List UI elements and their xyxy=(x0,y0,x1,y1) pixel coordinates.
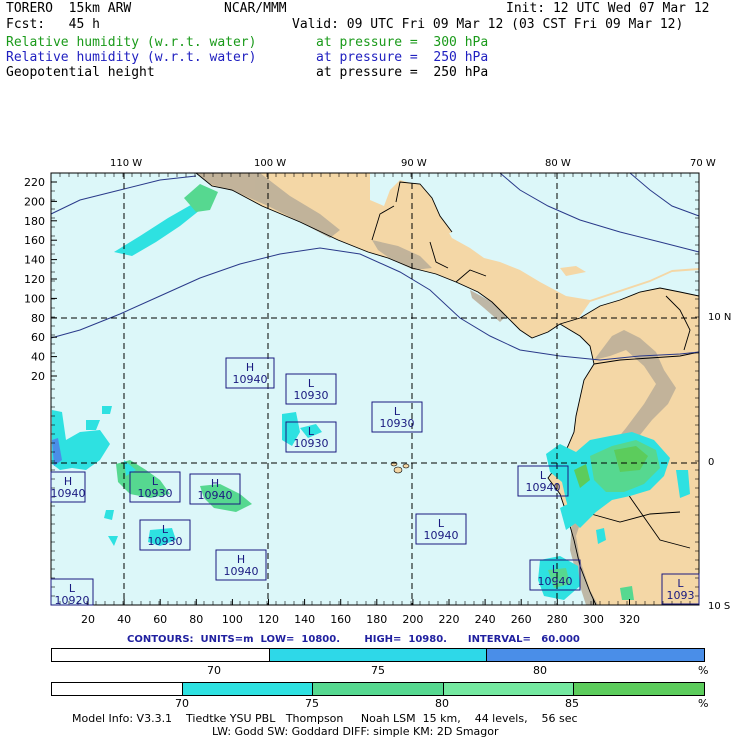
center-value: 10940 xyxy=(424,529,459,542)
model-info-line-2: LW: Godd SW: Goddard DIFF: simple KM: 2D… xyxy=(212,725,499,738)
lon-label-100w: 100 W xyxy=(254,158,287,169)
center-value: 10940 xyxy=(526,481,561,494)
center-value: 10940 xyxy=(233,373,268,386)
bottom-tick-label: 140 xyxy=(294,613,315,626)
colorbar-1-segment-0 xyxy=(52,649,270,661)
bottom-tick-label: 120 xyxy=(258,613,279,626)
center-value: 10940 xyxy=(51,487,86,500)
left-tick-label: 120 xyxy=(24,273,45,286)
colorbar-1-label-80: 80 xyxy=(533,664,547,677)
colorbar-2-label-80: 80 xyxy=(435,697,449,710)
bottom-tick-label: 200 xyxy=(402,613,423,626)
bottom-tick-label: 260 xyxy=(511,613,532,626)
colorbar-1-segment-1 xyxy=(269,649,488,661)
lat-label-0: 0 xyxy=(708,457,715,468)
center-value: 1093 xyxy=(667,589,695,602)
left-tick-label: 200 xyxy=(24,195,45,208)
colorbar-2-label-75: 75 xyxy=(305,697,319,710)
left-tick-label: 80 xyxy=(31,312,45,325)
lon-label-90w: 90 W xyxy=(401,158,427,169)
left-tick-label: 160 xyxy=(24,234,45,247)
bottom-tick-label: 80 xyxy=(189,613,203,626)
bottom-tick-label: 20 xyxy=(81,613,95,626)
lat-label-10s: 10 S xyxy=(708,601,731,612)
bottom-tick-label: 40 xyxy=(117,613,131,626)
contours-info: CONTOURS: UNITS=m LOW= 10800. HIGH= 1098… xyxy=(127,634,580,645)
colorbar-2-segment-2 xyxy=(313,683,444,695)
lon-label-80w: 80 W xyxy=(545,158,571,169)
colorbar-2 xyxy=(51,682,705,696)
colorbar-2-label-70: 70 xyxy=(175,697,189,710)
bottom-tick-label: 300 xyxy=(583,613,604,626)
left-tick-label: 100 xyxy=(24,292,45,305)
center-value: 10940 xyxy=(224,565,259,578)
colorbar-2-segment-3 xyxy=(443,683,575,695)
colorbar-1 xyxy=(51,648,705,662)
center-value: 10930 xyxy=(380,417,415,430)
center-value: 10920 xyxy=(55,594,90,607)
colorbar-2-label-85: 85 xyxy=(565,697,579,710)
bottom-tick-label: 320 xyxy=(619,613,640,626)
bottom-tick-label: 220 xyxy=(439,613,460,626)
colorbar-2-unit: % xyxy=(698,697,709,710)
center-value: 10930 xyxy=(294,389,329,402)
left-tick-label: 20 xyxy=(31,370,45,383)
left-tick-label: 60 xyxy=(31,331,45,344)
center-value: 10940 xyxy=(538,575,573,588)
colorbar-1-label-75: 75 xyxy=(371,664,385,677)
colorbar-1-label-70: 70 xyxy=(207,664,221,677)
bottom-tick-label: 100 xyxy=(222,613,243,626)
lon-label-110w: 110 W xyxy=(110,158,143,169)
left-tick-label: 140 xyxy=(24,254,45,267)
colorbar-2-segment-0 xyxy=(52,683,183,695)
center-value: 10930 xyxy=(294,437,329,450)
center-value: 10940 xyxy=(198,489,233,502)
bottom-tick-label: 60 xyxy=(153,613,167,626)
left-tick-label: 180 xyxy=(24,215,45,228)
bottom-tick-label: 160 xyxy=(330,613,351,626)
bottom-tick-label: 240 xyxy=(475,613,496,626)
model-info-line-1: Model Info: V3.3.1 Tiedtke YSU PBL Thomp… xyxy=(72,712,578,725)
lat-label-10n: 10 N xyxy=(708,312,732,323)
weather-map: 220 200 180 160 140 120 100 80 60 40 20 20 40 60 80 100… xyxy=(24,172,700,626)
center-value: 10930 xyxy=(138,487,173,500)
left-tick-label: 40 xyxy=(31,351,45,364)
bottom-tick-label: 180 xyxy=(366,613,387,626)
bottom-tick-label: 280 xyxy=(547,613,568,626)
colorbar-2-segment-4 xyxy=(574,683,704,695)
center-value: 10930 xyxy=(148,535,183,548)
colorbar-2-segment-1 xyxy=(182,683,314,695)
lon-label-70w: 70 W xyxy=(690,158,716,169)
colorbar-1-unit: % xyxy=(698,664,709,677)
left-tick-label: 220 xyxy=(24,176,45,189)
colorbar-1-segment-2 xyxy=(487,649,705,661)
